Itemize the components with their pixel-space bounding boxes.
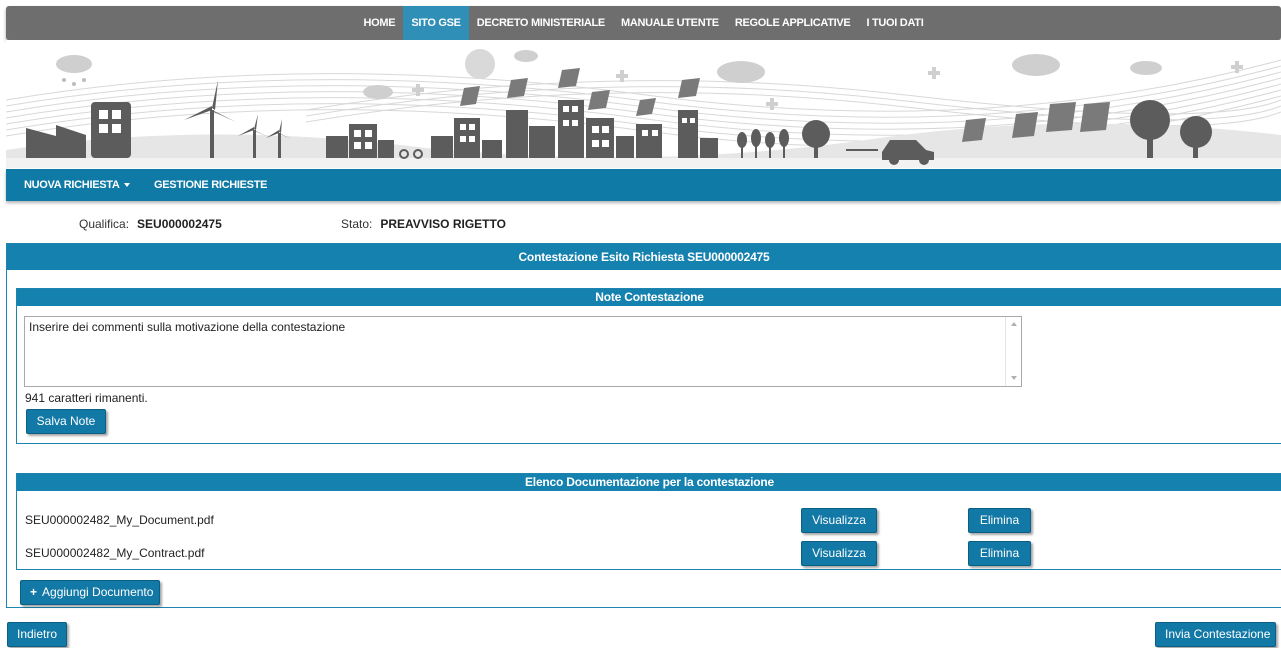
notes-section-title: Note Contestazione bbox=[17, 289, 1281, 306]
characters-remaining: 941 caratteri rimanenti. bbox=[25, 391, 148, 405]
stato-info: Stato: PREAVVISO RIGETTO bbox=[341, 217, 506, 231]
qualifica-info: Qualifica: SEU000002475 bbox=[79, 217, 222, 231]
notes-text: Inserire dei commenti sulla motivazione … bbox=[29, 320, 346, 334]
top-nav-manuale-utente[interactable]: MANUALE UTENTE bbox=[613, 6, 727, 40]
contestation-panel: Contestazione Esito Richiesta SEU0000024… bbox=[6, 243, 1281, 608]
secondary-navigation-bar: NUOVA RICHIESTA GESTIONE RICHIESTE bbox=[6, 169, 1281, 201]
view-document-button[interactable]: Visualizza bbox=[801, 508, 877, 533]
top-nav-regole-applicative[interactable]: REGOLE APPLICATIVE bbox=[727, 6, 859, 40]
notes-scrollbar[interactable] bbox=[1005, 317, 1021, 386]
menu-nuova-richiesta[interactable]: NUOVA RICHIESTA bbox=[24, 169, 130, 201]
top-navigation-bar: HOME SITO GSE DECRETO MINISTERIALE MANUA… bbox=[6, 6, 1281, 40]
add-document-button[interactable]: + Aggiungi Documento bbox=[20, 580, 160, 605]
notes-textarea[interactable]: Inserire dei commenti sulla motivazione … bbox=[24, 316, 1022, 387]
view-document-button[interactable]: Visualizza bbox=[801, 541, 877, 566]
back-button[interactable]: Indietro bbox=[7, 622, 67, 647]
stato-value: PREAVVISO RIGETTO bbox=[380, 217, 506, 231]
stato-label: Stato: bbox=[341, 217, 373, 231]
document-row: SEU000002482_My_Document.pdf bbox=[25, 513, 214, 527]
header-banner-illustration bbox=[6, 40, 1281, 168]
delete-document-button[interactable]: Elimina bbox=[968, 508, 1031, 533]
documents-section-title: Elenco Documentazione per la contestazio… bbox=[17, 474, 1281, 491]
top-nav-decreto-ministeriale[interactable]: DECRETO MINISTERIALE bbox=[469, 6, 613, 40]
top-nav-sito-gse[interactable]: SITO GSE bbox=[403, 6, 469, 40]
document-row: SEU000002482_My_Contract.pdf bbox=[25, 546, 205, 560]
menu-nuova-richiesta-label: NUOVA RICHIESTA bbox=[24, 179, 120, 191]
save-notes-button[interactable]: Salva Note bbox=[26, 409, 106, 434]
documents-section: Elenco Documentazione per la contestazio… bbox=[16, 473, 1281, 570]
top-nav-home[interactable]: HOME bbox=[356, 6, 404, 40]
caret-down-icon bbox=[123, 183, 130, 188]
qualifica-label: Qualifica: bbox=[79, 217, 130, 231]
qualifica-value: SEU000002475 bbox=[137, 217, 222, 231]
top-nav-i-tuoi-dati[interactable]: I TUOI DATI bbox=[858, 6, 931, 40]
scroll-up-icon[interactable] bbox=[1011, 322, 1017, 326]
city-landscape-illustration bbox=[6, 49, 1281, 168]
add-document-label: Aggiungi Documento bbox=[42, 585, 154, 599]
notes-section: Note Contestazione Inserire dei commenti… bbox=[16, 288, 1281, 444]
contestation-panel-title: Contestazione Esito Richiesta SEU0000024… bbox=[7, 244, 1281, 270]
delete-document-button[interactable]: Elimina bbox=[968, 541, 1031, 566]
menu-gestione-richieste[interactable]: GESTIONE RICHIESTE bbox=[154, 169, 267, 201]
top-nav-items: HOME SITO GSE DECRETO MINISTERIALE MANUA… bbox=[6, 6, 1281, 40]
plus-icon: + bbox=[30, 585, 38, 599]
scroll-down-icon[interactable] bbox=[1011, 376, 1017, 380]
submit-contestation-button[interactable]: Invia Contestazione bbox=[1155, 622, 1276, 647]
